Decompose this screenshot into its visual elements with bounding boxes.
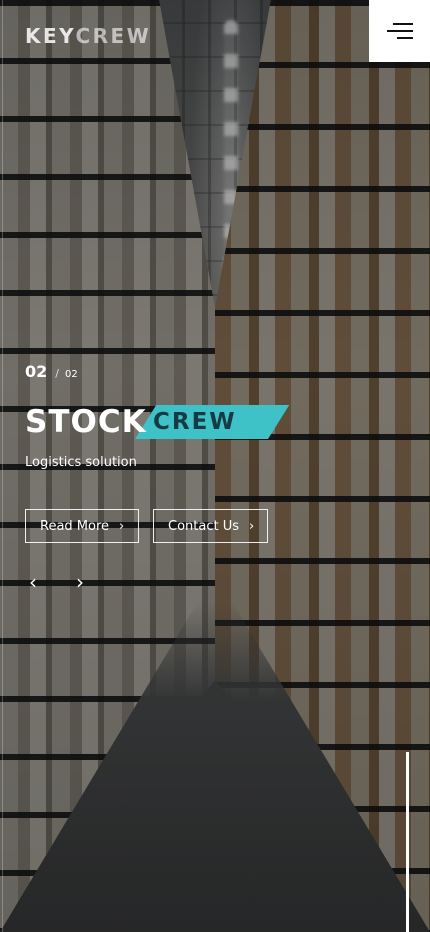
chevron-right-icon: ›	[76, 570, 84, 594]
slide-tagline: Logistics solution	[25, 455, 137, 470]
chevron-left-icon: ‹	[29, 570, 37, 594]
contact-us-label: Contact Us	[168, 518, 239, 534]
slide-progress-track	[406, 752, 409, 932]
chevron-right-icon: ›	[249, 518, 255, 534]
logo-text-key: KEY	[25, 24, 76, 48]
next-slide-button[interactable]: ›	[70, 570, 90, 594]
menu-button[interactable]	[369, 0, 430, 62]
read-more-button[interactable]: Read More ›	[25, 509, 139, 543]
slide-progress-fill	[406, 752, 409, 932]
previous-slide-button[interactable]: ‹	[23, 570, 43, 594]
slide-counter: 02 / 02	[25, 362, 78, 381]
stockcrew-brand-logo: STOCK CREW	[25, 402, 290, 444]
slide-separator: /	[55, 367, 59, 380]
slide-current: 02	[25, 362, 48, 381]
site-logo[interactable]: KEYCREW	[25, 24, 151, 48]
brand-word-stock: STOCK	[25, 404, 147, 440]
slide-total: 02	[64, 369, 78, 380]
brand-word-crew: CREW	[153, 409, 237, 435]
read-more-label: Read More	[40, 518, 110, 534]
hero-slider: KEYCREW 02/02 STOCK CREW Logistics solut…	[0, 0, 430, 932]
logo-text-crew: CREW	[75, 24, 152, 48]
left-edge-line	[2, 0, 3, 932]
contact-us-button[interactable]: Contact Us ›	[153, 509, 268, 543]
chevron-right-icon: ›	[119, 518, 125, 534]
hamburger-menu-icon	[386, 21, 413, 41]
